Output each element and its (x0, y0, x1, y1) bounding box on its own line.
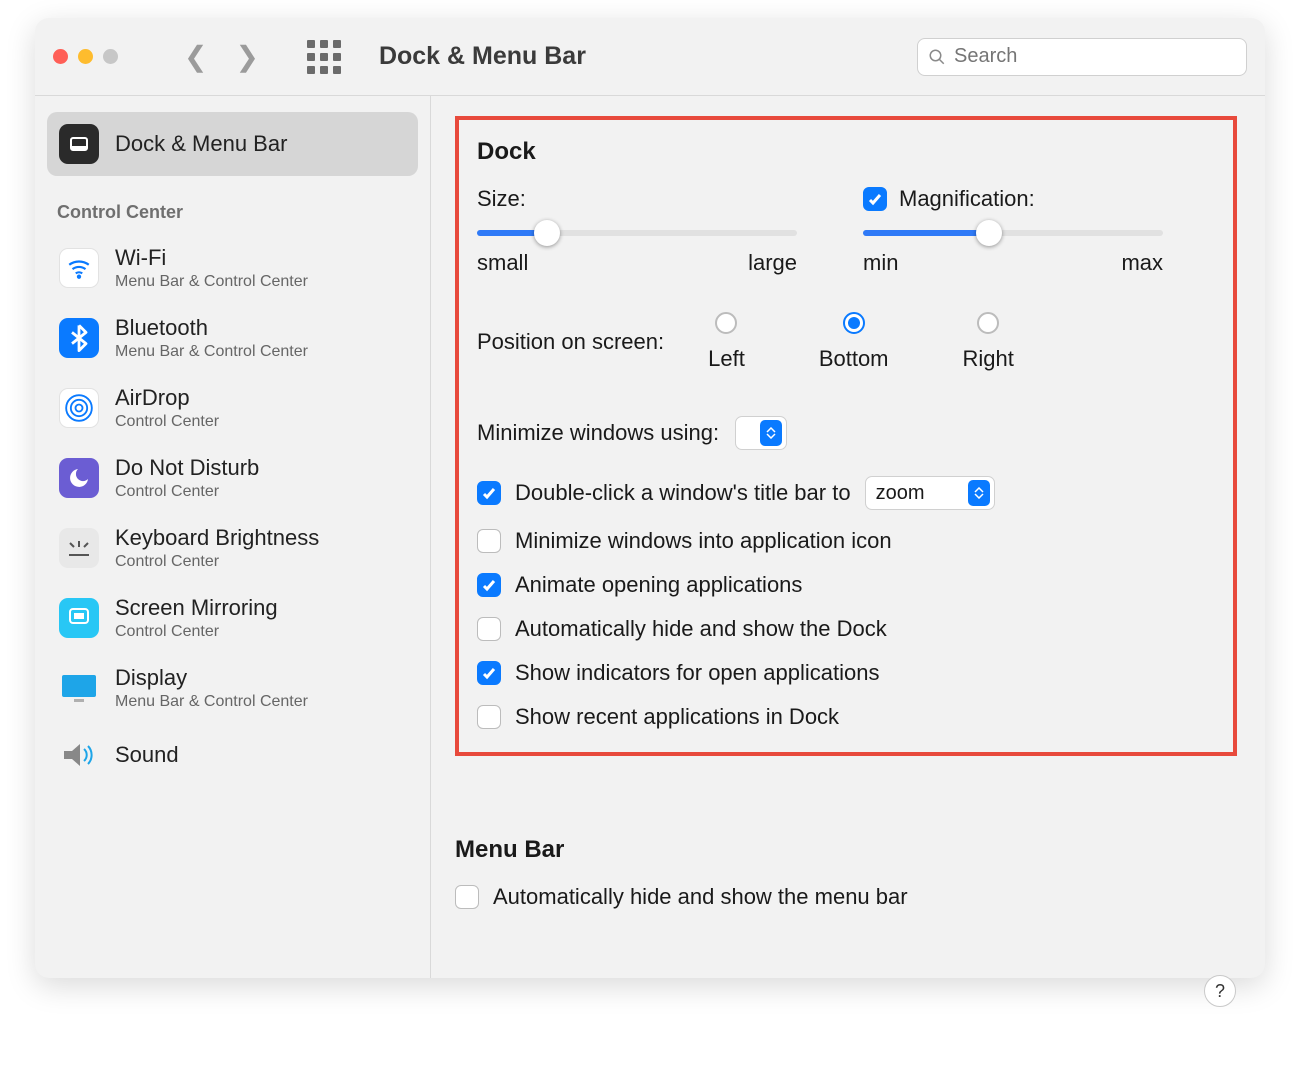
sidebar-group-label: Control Center (57, 202, 408, 223)
nav-arrows: ❮ ❯ (184, 43, 259, 71)
check-label: Show recent applications in Dock (515, 704, 839, 730)
window-controls (53, 49, 118, 64)
check-label: Minimize windows into application icon (515, 528, 892, 554)
size-slider[interactable] (477, 230, 797, 236)
sidebar-item-label: Do Not Disturb (115, 455, 259, 481)
sidebar-item-label: Bluetooth (115, 315, 308, 341)
doubleclick-label: Double-click a window's title bar to (515, 480, 851, 506)
show-indicators-checkbox[interactable] (477, 661, 501, 685)
auto-hide-menubar-checkbox[interactable] (455, 885, 479, 909)
show-all-button[interactable] (307, 40, 341, 74)
position-left-label: Left (708, 346, 745, 372)
doubleclick-checkbox[interactable] (477, 481, 501, 505)
sidebar-item-label: Screen Mirroring (115, 595, 278, 621)
dock-section-highlight: Dock Size: small large (455, 116, 1237, 756)
forward-button[interactable]: ❯ (235, 43, 258, 71)
doubleclick-value: zoom (876, 482, 925, 505)
mag-min-label: min (863, 250, 898, 276)
sidebar-item-sub: Menu Bar & Control Center (115, 273, 308, 291)
size-label: Size: (477, 186, 823, 212)
close-icon[interactable] (53, 49, 68, 64)
sidebar-item-display[interactable]: Display Menu Bar & Control Center (47, 653, 418, 723)
sidebar-item-sub: Control Center (115, 553, 319, 571)
radio-icon (715, 312, 737, 334)
sidebar-item-dock-menubar[interactable]: Dock & Menu Bar (47, 112, 418, 176)
check-label: Automatically hide and show the Dock (515, 616, 887, 642)
sidebar-item-dnd[interactable]: Do Not Disturb Control Center (47, 443, 418, 513)
display-icon (59, 668, 99, 708)
position-radiogroup: Left Bottom Right (708, 312, 1014, 372)
chevron-updown-icon (760, 420, 782, 446)
zoom-icon[interactable] (103, 49, 118, 64)
sidebar-item-airdrop[interactable]: AirDrop Control Center (47, 373, 418, 443)
position-bottom-label: Bottom (819, 346, 889, 372)
doubleclick-action-dropdown[interactable]: zoom (865, 476, 995, 510)
back-button[interactable]: ❮ (184, 43, 207, 71)
menubar-section-title: Menu Bar (455, 836, 1237, 864)
search-field[interactable] (917, 38, 1247, 76)
page-title: Dock & Menu Bar (379, 42, 586, 71)
bluetooth-icon (59, 318, 99, 358)
position-label: Position on screen: (477, 329, 664, 355)
sound-icon (59, 735, 99, 775)
screen-mirroring-icon (59, 598, 99, 638)
help-button[interactable]: ? (1204, 975, 1236, 1007)
sidebar-item-sub: Control Center (115, 623, 278, 641)
magnification-slider[interactable] (863, 230, 1163, 236)
position-right[interactable]: Right (963, 312, 1014, 372)
sidebar-item-wifi[interactable]: Wi-Fi Menu Bar & Control Center (47, 233, 418, 303)
dock-icon (59, 124, 99, 164)
sidebar-item-sound[interactable]: Sound (47, 723, 418, 787)
sidebar-item-sub: Menu Bar & Control Center (115, 343, 308, 361)
radio-icon (843, 312, 865, 334)
position-left[interactable]: Left (708, 312, 745, 372)
airdrop-icon (59, 388, 99, 428)
sidebar-item-label: Dock & Menu Bar (115, 131, 287, 157)
check-label: Animate opening applications (515, 572, 802, 598)
content-pane: Dock Size: small large (431, 96, 1265, 978)
magnification-slider-thumb[interactable] (976, 220, 1002, 246)
minimize-label: Minimize windows using: (477, 420, 719, 446)
sidebar-item-label: Sound (115, 742, 179, 768)
keyboard-brightness-icon (59, 528, 99, 568)
position-right-label: Right (963, 346, 1014, 372)
dock-section-title: Dock (477, 138, 1209, 166)
mag-max-label: max (1121, 250, 1163, 276)
toolbar: ❮ ❯ Dock & Menu Bar (35, 18, 1265, 96)
auto-hide-dock-checkbox[interactable] (477, 617, 501, 641)
sidebar-item-label: Display (115, 665, 308, 691)
radio-icon (977, 312, 999, 334)
chevron-updown-icon (968, 480, 990, 506)
sidebar-item-sub: Control Center (115, 483, 259, 501)
minimize-into-icon-checkbox[interactable] (477, 529, 501, 553)
search-input[interactable] (954, 45, 1236, 68)
show-recent-checkbox[interactable] (477, 705, 501, 729)
sidebar-item-sub: Control Center (115, 413, 219, 431)
search-icon (928, 48, 946, 66)
prefs-window: ❮ ❯ Dock & Menu Bar Dock & Menu Bar Cont… (35, 18, 1265, 978)
sidebar-item-label: Wi-Fi (115, 245, 308, 271)
moon-icon (59, 458, 99, 498)
size-min-label: small (477, 250, 528, 276)
size-slider-thumb[interactable] (534, 220, 560, 246)
wifi-icon (59, 248, 99, 288)
sidebar-item-sub: Menu Bar & Control Center (115, 693, 308, 711)
check-label: Show indicators for open applications (515, 660, 879, 686)
magnification-checkbox[interactable] (863, 187, 887, 211)
position-bottom[interactable]: Bottom (819, 312, 889, 372)
minimize-effect-dropdown[interactable] (735, 416, 787, 450)
size-max-label: large (748, 250, 797, 276)
minimize-icon[interactable] (78, 49, 93, 64)
sidebar-item-screen-mirroring[interactable]: Screen Mirroring Control Center (47, 583, 418, 653)
sidebar-item-label: Keyboard Brightness (115, 525, 319, 551)
window-body: Dock & Menu Bar Control Center Wi-Fi Men… (35, 96, 1265, 978)
animate-opening-checkbox[interactable] (477, 573, 501, 597)
sidebar-item-label: AirDrop (115, 385, 219, 411)
check-label: Automatically hide and show the menu bar (493, 884, 908, 910)
sidebar-item-keyboard-brightness[interactable]: Keyboard Brightness Control Center (47, 513, 418, 583)
sidebar: Dock & Menu Bar Control Center Wi-Fi Men… (35, 96, 431, 978)
sidebar-item-bluetooth[interactable]: Bluetooth Menu Bar & Control Center (47, 303, 418, 373)
magnification-label: Magnification: (899, 186, 1035, 212)
